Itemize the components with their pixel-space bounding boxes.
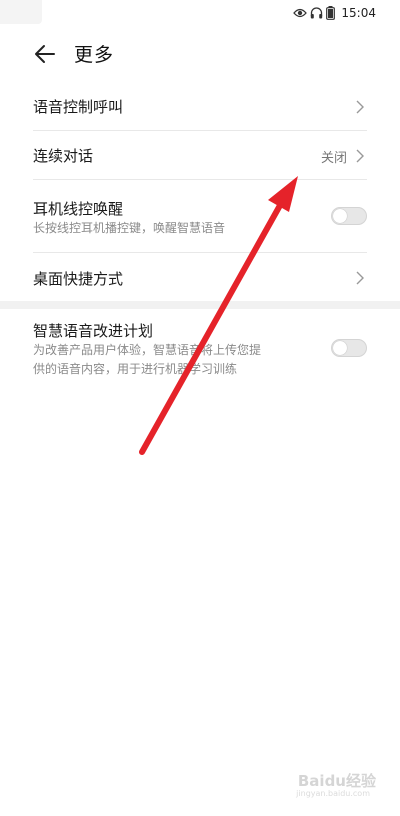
list-item-title: 语音控制呼叫 <box>33 98 124 116</box>
toggle-knob <box>333 341 347 355</box>
headset-wake-toggle[interactable] <box>331 207 367 225</box>
page-title: 更多 <box>74 44 115 66</box>
chevron-right-icon <box>356 271 364 285</box>
list-item-continuous-dialog[interactable]: 连续对话 关闭 <box>33 131 367 179</box>
improvement-plan-toggle[interactable] <box>331 339 367 357</box>
chevron-right-icon <box>356 100 364 114</box>
list-item-title: 耳机线控唤醒 <box>33 200 124 218</box>
eye-icon <box>293 8 308 18</box>
list-item-subtitle: 长按线控耳机播控键，唤醒智慧语音 <box>33 221 226 235</box>
list-item-improvement-plan[interactable]: 智慧语音改进计划 为改善产品用户体验，智慧语音将上传您提 供的语音内容，用于进行… <box>33 312 367 382</box>
status-icons: 15:04 <box>293 4 376 22</box>
watermark-text: Baidu经验 <box>297 772 376 790</box>
list-item-voice-call[interactable]: 语音控制呼叫 <box>33 86 367 130</box>
status-bar: 15:04 <box>0 0 400 26</box>
list-item-subtitle-line1: 为改善产品用户体验，智慧语音将上传您提 <box>33 343 262 357</box>
header: 更多 <box>0 38 400 70</box>
headphones-icon <box>311 7 323 19</box>
chevron-right-icon <box>356 149 364 163</box>
status-notification-area <box>0 0 42 24</box>
list-item-value: 关闭 <box>320 151 347 166</box>
toggle-knob <box>333 209 347 223</box>
section-divider <box>0 301 400 309</box>
status-time: 15:04 <box>341 6 376 20</box>
back-arrow-icon[interactable] <box>33 42 57 66</box>
watermark-url: jingyan.baidu.com <box>296 789 370 798</box>
list-item-subtitle-line2: 供的语音内容，用于进行机器学习训练 <box>33 362 238 376</box>
battery-icon <box>326 6 336 20</box>
list-item-headset-wake[interactable]: 耳机线控唤醒 长按线控耳机播控键，唤醒智慧语音 <box>33 180 367 252</box>
list-item-desktop-shortcut[interactable]: 桌面快捷方式 <box>33 253 367 301</box>
list-item-title: 连续对话 <box>33 147 94 165</box>
watermark: Baidu经验 jingyan.baidu.com <box>258 766 378 800</box>
list-item-title: 桌面快捷方式 <box>33 270 124 288</box>
list-item-title: 智慧语音改进计划 <box>33 322 154 340</box>
